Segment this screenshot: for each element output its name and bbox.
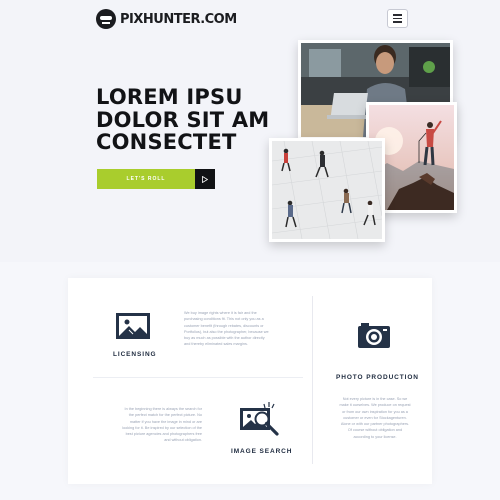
site-logo[interactable]: PIXHUNTER.COM: [96, 9, 237, 29]
camera-icon: [357, 321, 391, 354]
headline-line-1: LOREM IPSU: [96, 85, 243, 109]
hamburger-menu-icon[interactable]: [387, 9, 408, 28]
play-arrow-icon: [195, 169, 215, 189]
hero-section: PIXHUNTER.COM LOREM IPSU DOLOR SIT AM CO…: [0, 0, 500, 262]
services-vertical-divider: [312, 296, 313, 464]
cta-label: LET'S ROLL: [97, 169, 195, 189]
photo-production-title: PHOTO PRODUCTION: [336, 374, 419, 381]
image-search-text: In the beginning there is always the sea…: [122, 407, 202, 443]
hero-headline: LOREM IPSU DOLOR SIT AM CONSECTET: [96, 86, 286, 154]
lets-roll-button[interactable]: LET'S ROLL: [97, 169, 215, 189]
logo-text: PIXHUNTER.COM: [120, 11, 237, 27]
headline-line-2: DOLOR SIT AM: [96, 107, 270, 132]
headline-line-3: CONSECTET: [96, 130, 237, 154]
licensing-text: We buy image rights where it is fair and…: [184, 311, 269, 347]
image-search-title: IMAGE SEARCH: [231, 448, 293, 455]
people-walking-photo: [269, 138, 385, 242]
photo-production-text: Not every picture is in the case. So we …: [339, 397, 411, 439]
magnifier-search-icon: [238, 402, 282, 443]
services-horizontal-divider: [93, 377, 303, 378]
licensing-title: LICENSING: [113, 351, 157, 358]
image-frame-icon: [115, 312, 151, 345]
logo-face-icon: [96, 9, 116, 29]
